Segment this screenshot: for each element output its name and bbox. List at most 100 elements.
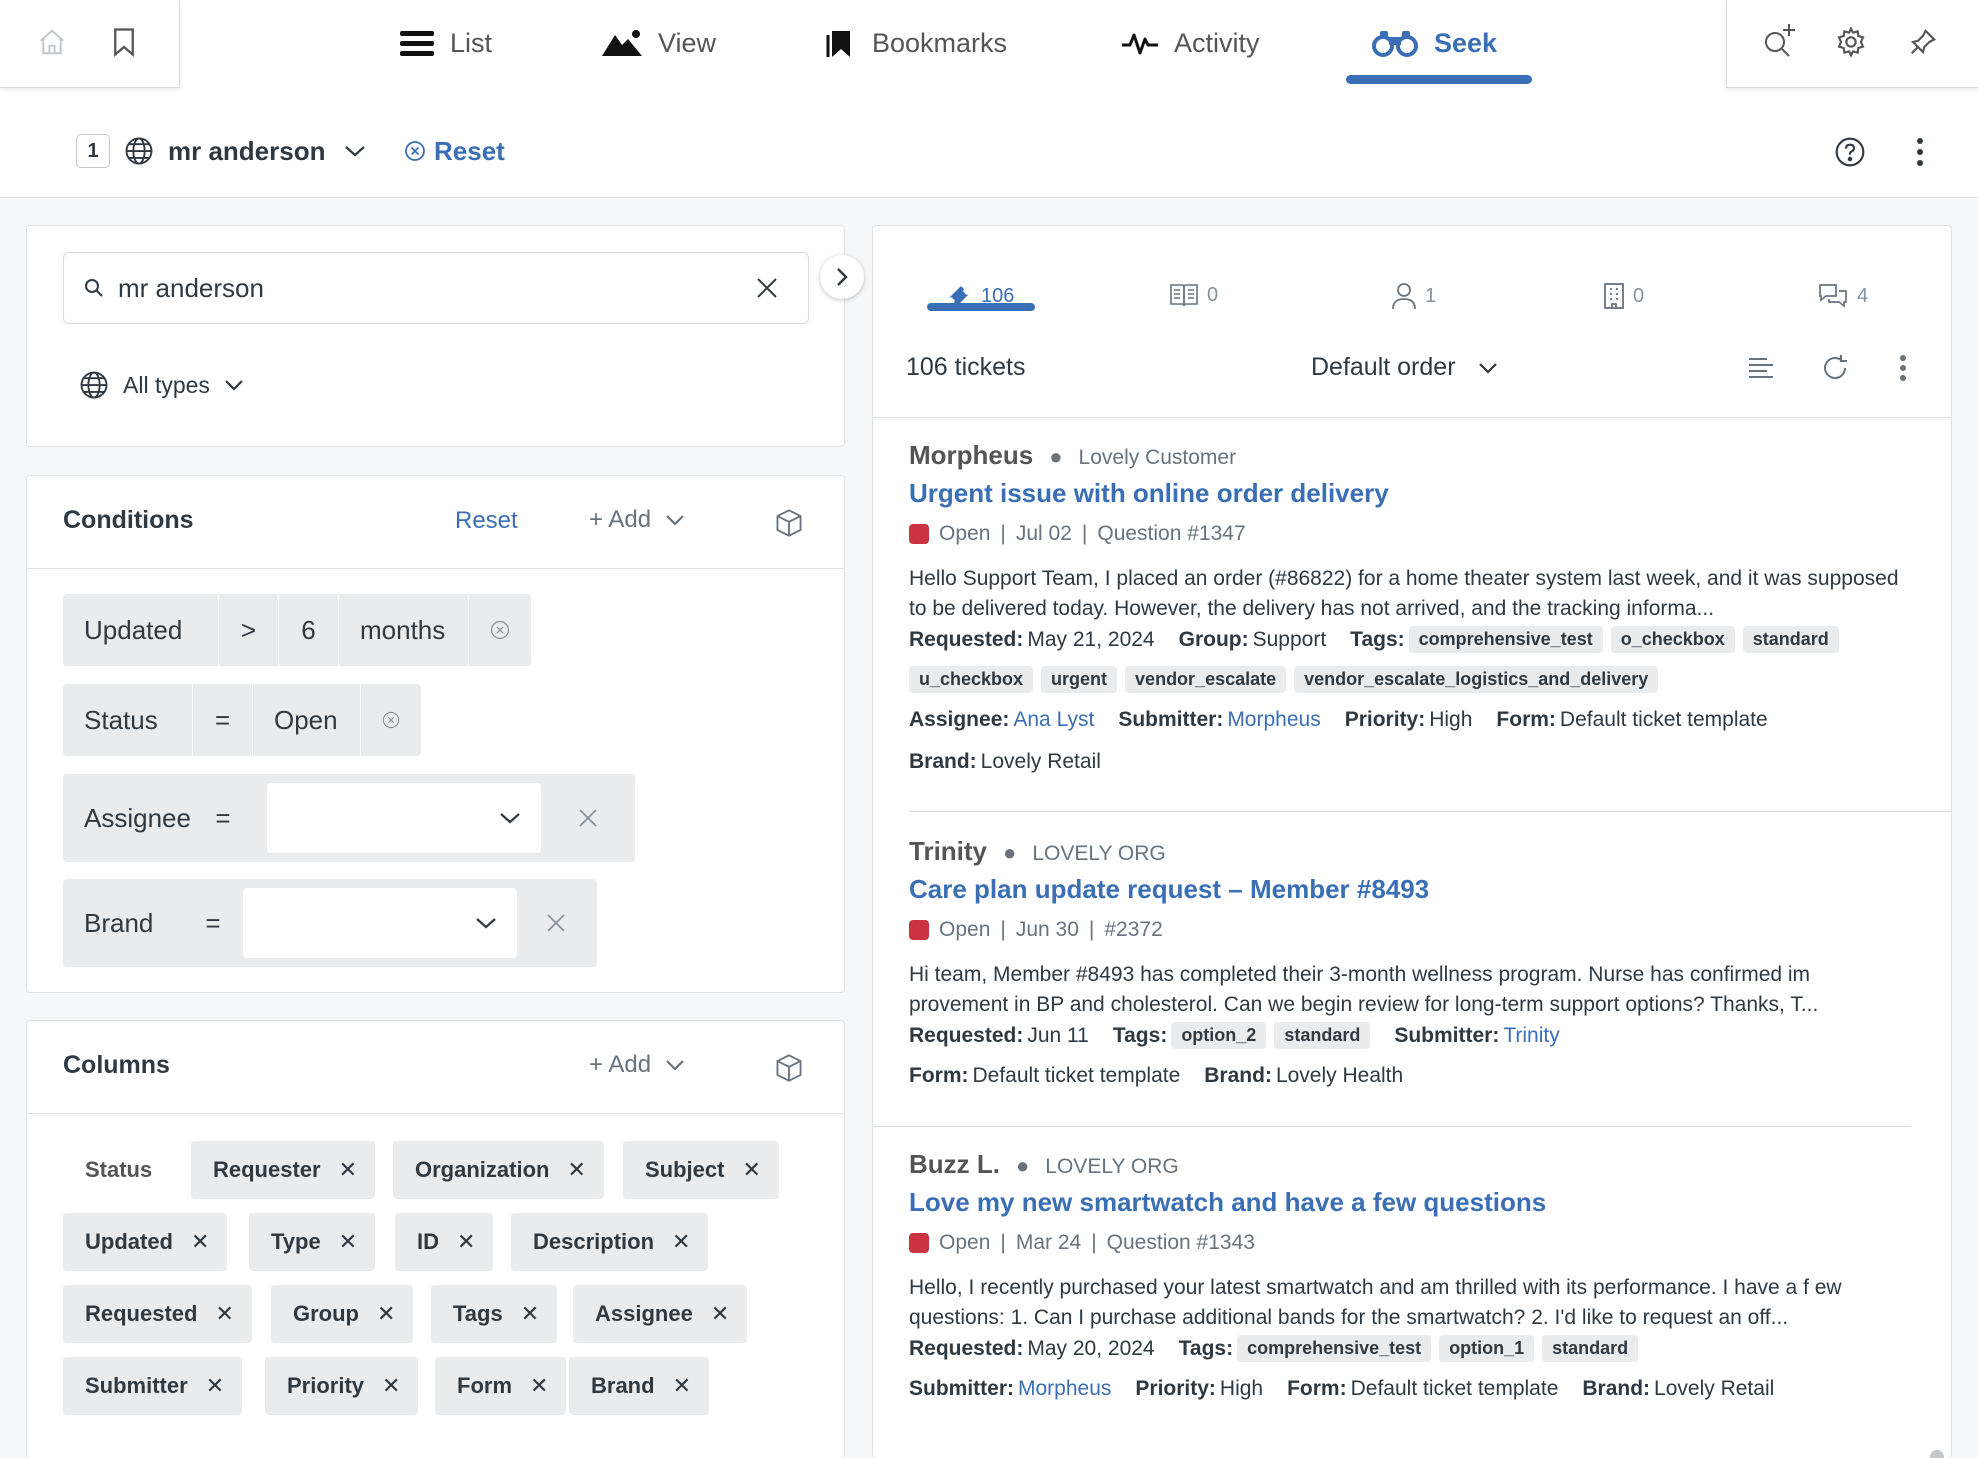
remove-column-icon[interactable]: ✕ <box>567 1157 585 1183</box>
assignee-link[interactable]: Ana Lyst <box>1013 708 1094 732</box>
conditions-add-button[interactable]: + Add <box>589 506 685 534</box>
column-chip-tags[interactable]: Tags ✕ <box>431 1285 558 1343</box>
condition-value[interactable]: Open <box>253 684 361 756</box>
results-more-icon[interactable] <box>1883 348 1923 388</box>
brand-select[interactable] <box>243 888 517 958</box>
condition-field[interactable]: Status <box>63 684 193 756</box>
ticket-fields-row: Form: Default ticket template Brand: Lovel… <box>909 1064 1403 1088</box>
mountain-icon <box>602 30 642 56</box>
submitter-link[interactable]: Trinity <box>1503 1024 1559 1048</box>
column-chip-group[interactable]: Group ✕ <box>271 1285 414 1343</box>
type-filter-dropdown[interactable]: All types <box>79 370 244 400</box>
ticket-card[interactable]: Morpheus ● Lovely Customer Urgent issue … <box>873 418 1915 813</box>
column-chip-requester[interactable]: Requester ✕ <box>191 1141 376 1199</box>
ticket-requester[interactable]: Morpheus <box>909 440 1033 471</box>
order-dropdown[interactable]: Default order <box>1311 353 1498 382</box>
column-chip-brand[interactable]: Brand ✕ <box>569 1357 709 1415</box>
remove-column-icon[interactable]: ✕ <box>742 1157 760 1183</box>
clear-search-icon[interactable] <box>756 277 778 299</box>
ticket-card[interactable]: Buzz L. ● LOVELY ORG Love my new smartwa… <box>873 1127 1915 1457</box>
chevron-down-icon[interactable] <box>344 142 366 160</box>
column-chip-id[interactable]: ID ✕ <box>395 1213 494 1271</box>
condition-operator[interactable]: = <box>193 774 253 862</box>
remove-column-icon[interactable]: ✕ <box>711 1301 729 1327</box>
ticket-requester[interactable]: Buzz L. <box>909 1149 1000 1180</box>
remove-condition-icon[interactable] <box>469 594 531 666</box>
tab-bookmarks[interactable]: Bookmarks <box>826 18 1007 68</box>
help-icon[interactable] <box>1830 132 1870 172</box>
remove-column-icon[interactable]: ✕ <box>206 1373 224 1399</box>
column-chip-assignee[interactable]: Assignee ✕ <box>573 1285 748 1343</box>
tab-activity[interactable]: Activity <box>1122 18 1260 68</box>
cube-icon[interactable] <box>775 1053 803 1083</box>
remove-column-icon[interactable]: ✕ <box>457 1229 475 1255</box>
ticket-subject-link[interactable]: Urgent issue with online order delivery <box>909 478 1389 509</box>
ticket-subject-link[interactable]: Care plan update request – Member #8493 <box>909 874 1429 905</box>
remove-column-icon[interactable]: ✕ <box>339 1229 357 1255</box>
condition-value[interactable]: 6 <box>279 594 339 666</box>
brand-value: Lovely Retail <box>1654 1377 1775 1400</box>
remove-condition-icon[interactable] <box>541 774 635 862</box>
search-input[interactable]: mr anderson <box>63 252 809 324</box>
columns-add-button[interactable]: + Add <box>589 1051 685 1079</box>
view-name[interactable]: mr anderson <box>168 134 326 168</box>
tab-organizations[interactable]: 0 <box>1603 282 1644 310</box>
results-scrollbar[interactable] <box>1930 1450 1944 1458</box>
condition-unit[interactable]: months <box>339 594 469 666</box>
tab-view[interactable]: View <box>602 18 716 68</box>
condition-row-updated: Updated > 6 months <box>63 594 531 666</box>
remove-column-icon[interactable]: ✕ <box>672 1229 690 1255</box>
refresh-icon[interactable] <box>1815 348 1855 388</box>
conditions-reset-button[interactable]: Reset <box>455 507 518 535</box>
pin-icon[interactable] <box>1903 22 1943 62</box>
tab-list[interactable]: List <box>400 18 492 68</box>
condition-field[interactable]: Assignee <box>63 774 193 862</box>
column-chip-description[interactable]: Description ✕ <box>511 1213 709 1271</box>
tab-articles[interactable]: 0 <box>1169 282 1218 308</box>
column-chip-status: Status <box>63 1141 170 1199</box>
submitter-link[interactable]: Morpheus <box>1227 708 1320 732</box>
priority-value: High <box>1429 708 1473 731</box>
remove-column-icon[interactable]: ✕ <box>382 1373 400 1399</box>
condition-operator[interactable]: = <box>183 879 243 967</box>
tab-users[interactable]: 1 <box>1391 282 1436 310</box>
tab-conversations[interactable]: 4 <box>1817 282 1868 310</box>
condition-operator[interactable]: > <box>219 594 279 666</box>
condition-operator[interactable]: = <box>193 684 253 756</box>
remove-column-icon[interactable]: ✕ <box>215 1301 233 1327</box>
remove-column-icon[interactable]: ✕ <box>530 1373 548 1399</box>
cube-icon[interactable] <box>775 508 803 538</box>
column-chip-form[interactable]: Form ✕ <box>435 1357 567 1415</box>
tab-seek[interactable]: Seek <box>1372 18 1497 68</box>
column-chip-requested[interactable]: Requested ✕ <box>63 1285 252 1343</box>
remove-column-icon[interactable]: ✕ <box>521 1301 539 1327</box>
column-chip-subject[interactable]: Subject ✕ <box>623 1141 779 1199</box>
reset-view-button[interactable]: Reset <box>404 134 505 168</box>
remove-condition-icon[interactable] <box>517 879 595 967</box>
condition-field[interactable]: Brand <box>63 879 183 967</box>
column-chip-priority[interactable]: Priority ✕ <box>265 1357 419 1415</box>
remove-condition-icon[interactable] <box>361 684 421 756</box>
column-chip-organization[interactable]: Organization ✕ <box>393 1141 604 1199</box>
condition-field[interactable]: Updated <box>63 594 219 666</box>
new-search-icon[interactable] <box>1759 20 1799 60</box>
home-icon[interactable] <box>32 22 72 62</box>
remove-column-icon[interactable]: ✕ <box>339 1157 357 1183</box>
remove-column-icon[interactable]: ✕ <box>673 1373 691 1399</box>
collapse-panel-button[interactable] <box>820 255 864 299</box>
ticket-subject-link[interactable]: Love my new smartwatch and have a few qu… <box>909 1187 1546 1218</box>
column-chip-submitter[interactable]: Submitter ✕ <box>63 1357 243 1415</box>
assignee-select[interactable] <box>267 783 541 853</box>
gear-icon[interactable] <box>1831 22 1871 62</box>
bookmark-icon[interactable] <box>104 22 144 62</box>
ticket-organization: LOVELY ORG <box>1032 842 1166 865</box>
column-chip-updated[interactable]: Updated ✕ <box>63 1213 228 1271</box>
remove-column-icon[interactable]: ✕ <box>191 1229 209 1255</box>
ticket-card[interactable]: Trinity ● LOVELY ORG Care plan update re… <box>873 812 1915 1127</box>
text-align-icon[interactable] <box>1741 348 1781 388</box>
remove-column-icon[interactable]: ✕ <box>377 1301 395 1327</box>
ticket-requester[interactable]: Trinity <box>909 836 987 867</box>
more-vertical-icon[interactable] <box>1900 132 1940 172</box>
submitter-link[interactable]: Morpheus <box>1018 1377 1111 1401</box>
column-chip-type[interactable]: Type ✕ <box>249 1213 376 1271</box>
